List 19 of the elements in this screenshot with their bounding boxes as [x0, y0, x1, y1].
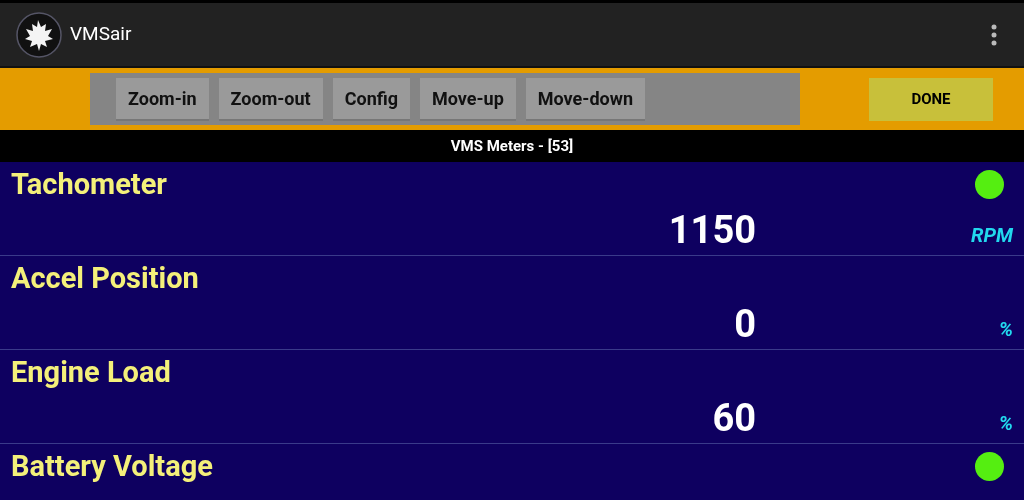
meter-value: 1150: [667, 211, 756, 249]
meter-value: 60: [711, 399, 756, 437]
meter-name: Tachometer: [11, 169, 167, 199]
toolbar-button[interactable]: Zoom-out: [218, 77, 323, 121]
meter-name: Battery Voltage: [11, 451, 213, 481]
header-title: VMS Meters - [53]: [0, 130, 1024, 162]
meter-name: Accel Position: [11, 263, 199, 293]
done-button[interactable]: DONE: [869, 77, 993, 121]
toolbar-button[interactable]: Move-down: [525, 77, 645, 121]
meter-value: 0: [733, 305, 756, 343]
app-title: VMSair: [70, 21, 132, 48]
meter-unit: RPM: [971, 222, 1013, 249]
meter-unit: %: [998, 410, 1013, 437]
meter-name: Engine Load: [11, 357, 171, 387]
toolbar-button[interactable]: Config: [332, 77, 410, 121]
toolbar-button[interactable]: Move-up: [420, 77, 516, 121]
meter-unit: %: [998, 316, 1013, 343]
toolbar-button[interactable]: Zoom-in: [116, 77, 209, 121]
overflow-menu-icon[interactable]: [990, 23, 998, 46]
